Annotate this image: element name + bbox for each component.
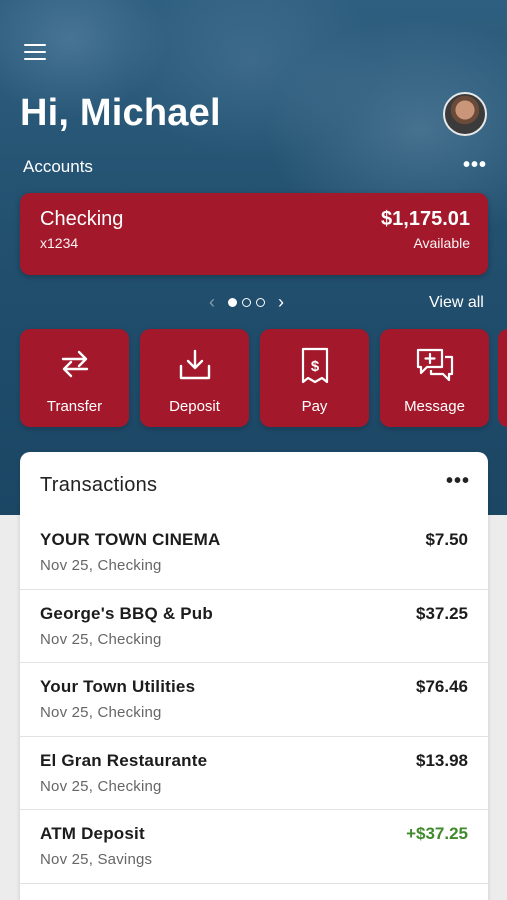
view-all-link[interactable]: View all: [429, 294, 484, 312]
svg-text:$: $: [310, 358, 319, 375]
pager-dot[interactable]: [228, 297, 237, 307]
transactions-list: YOUR TOWN CINEMA Nov 25, Checking $7.50 …: [20, 516, 488, 884]
tx-amount: $37.25: [416, 603, 468, 623]
table-row[interactable]: ATM Deposit Nov 25, Savings +$37.25: [20, 810, 488, 884]
account-number: x1234: [40, 235, 79, 251]
tx-merchant: ATM Deposit: [40, 824, 145, 843]
account-name: Checking: [40, 208, 124, 230]
tx-merchant: YOUR TOWN CINEMA: [40, 530, 221, 549]
tx-merchant: El Gran Restaurante: [40, 750, 208, 770]
deposit-label: Deposit: [169, 398, 220, 415]
table-row[interactable]: George's BBQ & Pub Nov 25, Checking $37.…: [20, 590, 488, 663]
avatar[interactable]: [443, 92, 487, 136]
tx-merchant: Your Town Utilities: [40, 677, 196, 696]
tx-detail: Nov 25, Checking: [40, 704, 162, 721]
message-label: Message: [404, 398, 465, 415]
accounts-label: Accounts: [23, 157, 93, 176]
chat-plus-icon: [416, 348, 453, 382]
quick-actions: Transfer Deposit $ Pay Message: [20, 329, 489, 427]
pager-dot[interactable]: [256, 297, 265, 307]
download-tray-icon: [179, 349, 210, 380]
balance-label: Available: [413, 235, 470, 251]
transactions-panel: Transactions ••• YOUR TOWN CINEMA Nov 25…: [20, 452, 488, 900]
account-card-checking[interactable]: Checking x1234 $1,175.01 Available: [20, 193, 488, 275]
transfer-label: Transfer: [46, 398, 103, 415]
pager-dot[interactable]: [242, 297, 251, 307]
table-row[interactable]: Your Town Utilities Nov 25, Checking $76…: [20, 663, 488, 737]
message-button[interactable]: Message: [380, 329, 489, 427]
tx-amount: $13.98: [416, 750, 468, 770]
transactions-more-icon[interactable]: •••: [446, 470, 470, 493]
tx-detail: Nov 25, Checking: [40, 630, 162, 648]
transfer-button[interactable]: Transfer: [20, 329, 129, 427]
tx-detail: Nov 25, Checking: [40, 777, 162, 795]
account-balance: $1,175.01: [381, 208, 470, 230]
tx-amount: $7.50: [425, 530, 468, 549]
account-pager: ‹ ›: [202, 291, 291, 313]
tx-detail: Nov 25, Checking: [40, 557, 162, 574]
chevron-right-icon[interactable]: ›: [271, 292, 291, 313]
tx-merchant: George's BBQ & Pub: [40, 603, 213, 623]
deposit-button[interactable]: Deposit: [140, 329, 249, 427]
more-action-button[interactable]: [498, 329, 507, 427]
pay-label: Pay: [301, 398, 328, 415]
greeting-title: Hi, Michael: [20, 92, 221, 134]
transfer-arrows-icon: [61, 350, 88, 378]
table-row[interactable]: YOUR TOWN CINEMA Nov 25, Checking $7.50: [20, 516, 488, 590]
transactions-title: Transactions: [40, 474, 158, 496]
tx-amount: +$37.25: [406, 824, 468, 843]
pay-button[interactable]: $ Pay: [260, 329, 369, 427]
tx-detail: Nov 25, Savings: [40, 851, 153, 868]
hamburger-menu-icon[interactable]: [24, 44, 46, 62]
chevron-left-icon[interactable]: ‹: [202, 292, 222, 313]
accounts-more-icon[interactable]: •••: [463, 154, 487, 177]
bill-dollar-icon: $: [301, 347, 328, 384]
table-row[interactable]: El Gran Restaurante Nov 25, Checking $13…: [20, 737, 488, 810]
tx-amount: $76.46: [416, 677, 468, 696]
